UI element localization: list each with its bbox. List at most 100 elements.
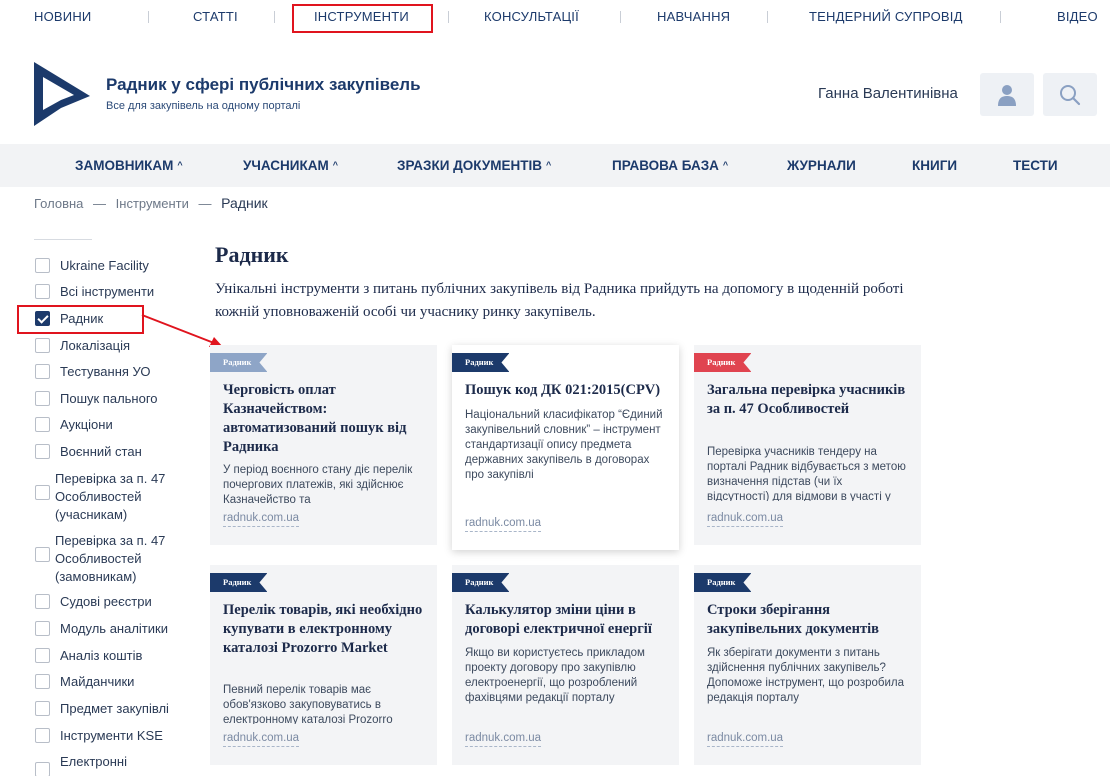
topnav-tender-support[interactable]: ТЕНДЕРНИЙ СУПРОВІД — [809, 9, 963, 24]
filter-label: Перевірка за п. 47 Особливостей (учасник… — [55, 471, 166, 522]
checkbox[interactable] — [35, 621, 50, 636]
card-description: Якщо ви користуєтесь прикладом проекту д… — [465, 647, 645, 704]
checkbox[interactable] — [35, 364, 50, 379]
filter-label: Тестування УО — [60, 364, 151, 379]
radnyk-logo-icon[interactable] — [34, 62, 90, 126]
checkbox[interactable] — [35, 648, 50, 663]
chevron-up-icon: ^ — [332, 160, 338, 170]
filter-label: Майданчики — [60, 674, 135, 689]
chevron-up-icon: ^ — [546, 160, 552, 170]
mainnav-customers[interactable]: ЗАМОВНИКАМ ^ — [75, 158, 183, 173]
card-title[interactable]: Загальна перевірка учасників за п. 47 Ос… — [707, 381, 912, 419]
filter-label: Ukraine Facility — [60, 258, 149, 273]
filter-label: Інструменти KSE — [60, 728, 163, 743]
tool-card-prozorro-market[interactable]: Радник Перелік товарів, які необхідно ку… — [210, 565, 437, 765]
checkbox[interactable] — [35, 547, 50, 562]
checkbox[interactable] — [35, 485, 50, 500]
tools-highlight-frame — [292, 4, 433, 33]
card-link[interactable]: radnuk.com.ua — [223, 732, 300, 747]
card-tag: Радник — [210, 573, 267, 592]
topnav-consultations[interactable]: КОНСУЛЬТАЦІЇ — [484, 9, 579, 24]
card-title[interactable]: Пошук код ДК 021:2015(CPV) — [465, 381, 670, 400]
checkbox[interactable] — [35, 674, 50, 689]
filter-label: Всі інструменти — [60, 284, 155, 299]
mainnav-legal-base[interactable]: ПРАВОВА БАЗА ^ — [612, 158, 728, 173]
site-subtitle: Все для закупівель на одному порталі — [106, 100, 301, 112]
tool-card-electricity-calculator[interactable]: Радник Калькулятор зміни ціни в договорі… — [452, 565, 679, 765]
profile-button[interactable] — [980, 73, 1034, 116]
mainnav-label: ЗРАЗКИ ДОКУМЕНТІВ — [397, 158, 543, 173]
filter-label: Предмет закупівлі — [60, 701, 169, 716]
breadcrumb-separator: — — [198, 196, 212, 211]
mainnav-journals[interactable]: ЖУРНАЛИ — [787, 158, 856, 173]
mainnav-participants[interactable]: УЧАСНИКАМ ^ — [243, 158, 338, 173]
topnav-divider — [1000, 11, 1001, 23]
card-link[interactable]: radnuk.com.ua — [707, 732, 784, 747]
card-link[interactable]: radnuk.com.ua — [707, 512, 784, 527]
breadcrumb-tools[interactable]: Інструменти — [116, 196, 189, 211]
card-tag: Радник — [210, 353, 267, 372]
checkbox[interactable] — [35, 728, 50, 743]
checkbox[interactable] — [35, 258, 50, 273]
checkbox[interactable] — [35, 701, 50, 716]
main-navigation: ЗАМОВНИКАМ ^ УЧАСНИКАМ ^ ЗРАЗКИ ДОКУМЕНТІВ… — [0, 144, 1110, 187]
card-tag: Радник — [452, 573, 509, 592]
topnav-news[interactable]: НОВИНИ — [34, 9, 91, 24]
card-title[interactable]: Черговість оплат Казначейством: автомати… — [223, 381, 428, 457]
card-title[interactable]: Перелік товарів, які необхідно купувати … — [223, 601, 428, 658]
card-tag: Радник — [694, 353, 751, 372]
tool-card-cpv-search[interactable]: Радник Пошук код ДК 021:2015(CPV) Націон… — [452, 345, 679, 550]
card-title[interactable]: Калькулятор зміни ціни в договорі електр… — [465, 601, 670, 639]
checkbox[interactable] — [35, 391, 50, 406]
filter-label: Воєнний стан — [60, 444, 142, 459]
user-name[interactable]: Ганна Валентинівна — [818, 85, 958, 102]
search-button[interactable] — [1043, 73, 1097, 116]
checkbox[interactable] — [35, 594, 50, 609]
topnav-divider — [274, 11, 275, 23]
card-link[interactable]: radnuk.com.ua — [223, 512, 300, 527]
chevron-up-icon: ^ — [722, 160, 729, 170]
filter-label: Аналіз коштів — [60, 648, 143, 663]
tool-card-document-storage[interactable]: Радник Строки зберігання закупівельних д… — [694, 565, 921, 765]
tool-card-treasury-payments[interactable]: Радник Черговість оплат Казначейством: а… — [210, 345, 437, 545]
topnav-articles[interactable]: СТАТТІ — [193, 9, 238, 24]
sidebar-divider — [34, 239, 92, 240]
mainnav-books[interactable]: КНИГИ — [912, 158, 957, 173]
card-link[interactable]: radnuk.com.ua — [465, 732, 542, 747]
mainnav-tests[interactable]: ТЕСТИ — [1013, 158, 1058, 173]
topnav-video[interactable]: ВІДЕО — [1057, 9, 1098, 24]
radnyk-highlight-frame — [17, 305, 144, 334]
topnav-divider — [620, 11, 621, 23]
filter-label: Судові реєстри — [60, 594, 152, 609]
mainnav-label: ЗАМОВНИКАМ — [75, 158, 174, 173]
filter-label: Локалізація — [60, 338, 131, 353]
filter-label: Перевірка за п. 47 Особливостей (замовни… — [55, 533, 166, 584]
breadcrumb-home[interactable]: Головна — [34, 196, 83, 211]
breadcrumb-separator: — — [93, 196, 107, 211]
card-description: Національний класифікатор “Єдиний закупі… — [465, 409, 663, 481]
card-title[interactable]: Строки зберігання закупівельних документ… — [707, 601, 912, 639]
page-title: Радник — [215, 242, 289, 267]
checkbox[interactable] — [35, 338, 50, 353]
mainnav-label: УЧАСНИКАМ — [243, 158, 329, 173]
card-link[interactable]: radnuk.com.ua — [465, 517, 542, 532]
tool-card-p47-check[interactable]: Радник Загальна перевірка учасників за п… — [694, 345, 921, 545]
card-description: У період воєнного стану діє перелік поче… — [223, 464, 413, 504]
checkbox[interactable] — [35, 284, 50, 299]
filter-label: Електронні — [60, 754, 127, 769]
checkbox[interactable] — [35, 444, 50, 459]
topnav-divider — [148, 11, 149, 23]
chevron-up-icon: ^ — [177, 160, 183, 170]
page-description: Унікальні інструменти з питань публічних… — [215, 281, 904, 320]
search-icon — [1060, 84, 1081, 105]
filter-label: Модуль аналітики — [60, 621, 168, 636]
filter-label: Пошук пального — [60, 391, 158, 406]
mainnav-document-samples[interactable]: ЗРАЗКИ ДОКУМЕНТІВ ^ — [397, 158, 551, 173]
mainnav-label: ПРАВОВА БАЗА — [612, 158, 719, 173]
card-description: Як зберігати документи з питань здійснен… — [707, 647, 905, 704]
topnav-learning[interactable]: НАВЧАННЯ — [657, 9, 730, 24]
site-title[interactable]: Радник у сфері публічних закупівель — [106, 75, 421, 95]
user-icon — [998, 84, 1016, 106]
checkbox[interactable] — [35, 417, 50, 432]
checkbox[interactable] — [35, 762, 50, 776]
